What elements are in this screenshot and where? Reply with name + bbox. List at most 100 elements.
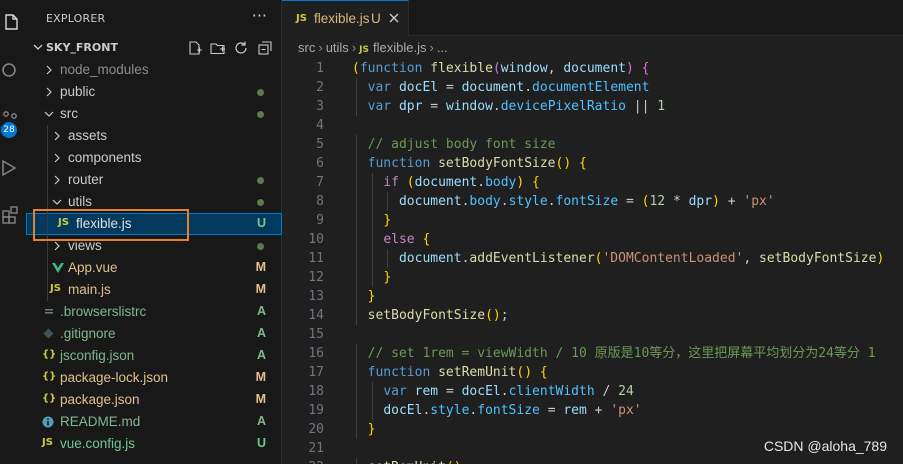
line-number: 16	[308, 346, 324, 361]
json-file-icon: {}	[42, 371, 57, 382]
git-status-dot	[257, 111, 264, 118]
project-folder-row[interactable]: SKY_FRONT	[26, 38, 282, 58]
tree-item-vue-config-js[interactable]: JS vue.config.js U	[26, 433, 282, 455]
line-number: 19	[308, 403, 324, 418]
chevron-down-icon	[52, 199, 62, 205]
code-line[interactable]: 8 document.body.style.fontSize = (12 * d…	[282, 192, 903, 211]
tree-item-browserslistrc[interactable]: .browserslistrc A	[26, 301, 282, 323]
config-file-icon	[45, 309, 53, 314]
search-icon[interactable]	[0, 60, 22, 82]
code-line[interactable]: 16 // set 1rem = viewWidth / 10 原版是10等分，…	[282, 344, 903, 363]
code-text: function setBodyFontSize() {	[367, 156, 587, 171]
vue-file-icon	[52, 263, 64, 273]
chevron-right-icon	[46, 87, 52, 97]
line-number: 1	[316, 61, 324, 76]
code-line[interactable]: 13 }	[282, 287, 903, 306]
breadcrumb-item[interactable]: src	[298, 40, 315, 55]
tree-item-readme-md[interactable]: README.md A	[26, 411, 282, 433]
extensions-icon[interactable]	[0, 204, 22, 226]
code-line[interactable]: 3 var dpr = window.devicePixelRatio || 1	[282, 97, 903, 116]
code-text: var rem = docEl.clientWidth / 24	[383, 384, 634, 399]
code-line[interactable]: 14 setBodyFontSize();	[282, 306, 903, 325]
tree-item-main-js[interactable]: JS main.js M	[26, 279, 282, 301]
tree-item-src[interactable]: src	[26, 103, 282, 125]
code-line[interactable]: 12 }	[282, 268, 903, 287]
tab-bar: JS flexible.js U	[282, 0, 903, 36]
tree-item-node-modules[interactable]: node_modules	[26, 59, 282, 81]
git-status-added: A	[256, 326, 266, 340]
code-text: document.body.style.fontSize = (12 * dpr…	[398, 194, 775, 209]
code-line[interactable]: 2 var docEl = document.documentElement	[282, 78, 903, 97]
git-status-untracked: U	[256, 436, 266, 450]
tab-label: flexible.js	[314, 11, 370, 26]
line-number: 12	[308, 270, 324, 285]
code-text: document.addEventListener('DOMContentLoa…	[398, 251, 885, 266]
line-number: 2	[316, 80, 324, 95]
collapse-all-icon[interactable]	[257, 40, 273, 56]
tree-item-label: vue.config.js	[60, 436, 136, 451]
new-folder-icon[interactable]	[210, 40, 226, 56]
tree-item-package-lock-json[interactable]: {} package-lock.json M	[26, 367, 282, 389]
tree-item-label: components	[68, 150, 142, 165]
tree-item-components[interactable]: components	[26, 147, 282, 169]
code-line[interactable]: 20 }	[282, 420, 903, 439]
explorer-title: EXPLORER	[46, 12, 106, 25]
breadcrumb-item[interactable]: flexible.js	[373, 40, 426, 55]
code-line[interactable]: 5 // adjust body font size	[282, 135, 903, 154]
code-text: if (document.body) {	[383, 175, 540, 190]
run-debug-icon[interactable]	[0, 157, 22, 179]
line-number: 7	[316, 175, 324, 190]
javascript-file-icon: JS	[42, 437, 53, 448]
line-number: 11	[308, 251, 324, 266]
chevron-right-icon	[54, 131, 60, 141]
code-text: }	[383, 270, 392, 285]
line-number: 8	[316, 194, 324, 209]
refresh-icon[interactable]	[233, 40, 249, 56]
tree-item-public[interactable]: public	[26, 81, 282, 103]
code-line[interactable]: 7 if (document.body) {	[282, 173, 903, 192]
code-line[interactable]: 18 var rem = docEl.clientWidth / 24	[282, 382, 903, 401]
code-line[interactable]: 4	[282, 116, 903, 135]
chevron-right-icon: ›	[429, 40, 434, 55]
tree-item-label: public	[60, 84, 96, 99]
line-number: 4	[316, 118, 324, 133]
breadcrumb: src › utils › JS flexible.js ›...	[298, 40, 448, 58]
code-line[interactable]: 19 docEl.style.fontSize = rem + 'px'	[282, 401, 903, 420]
breadcrumb-item[interactable]: utils	[326, 40, 349, 55]
code-line[interactable]: 6 function setBodyFontSize() {	[282, 154, 903, 173]
tree-item-label: README.md	[60, 414, 141, 429]
indent-guide	[47, 279, 48, 301]
tree-item-jsconfig-json[interactable]: {} jsconfig.json A	[26, 345, 282, 367]
code-line[interactable]: 17 function setRemUnit() {	[282, 363, 903, 382]
chevron-right-icon	[54, 153, 60, 163]
tree-item-router[interactable]: router	[26, 169, 282, 191]
annotation-highlight-box	[33, 209, 189, 241]
tab-flexible-js[interactable]: JS flexible.js U	[282, 0, 409, 36]
tree-item-label: App.vue	[68, 260, 118, 275]
code-text: }	[383, 213, 392, 228]
breadcrumb-item[interactable]: ...	[437, 40, 448, 55]
new-file-icon[interactable]	[187, 40, 203, 56]
close-icon[interactable]	[388, 12, 400, 24]
tree-item-package-json[interactable]: {} package.json M	[26, 389, 282, 411]
files-icon[interactable]	[0, 12, 22, 34]
tree-item-label: package-lock.json	[60, 370, 169, 385]
tree-item-label: router	[68, 172, 104, 187]
code-line[interactable]: 10 else {	[282, 230, 903, 249]
more-actions-button[interactable]: ···	[252, 6, 267, 25]
code-line[interactable]: 11 document.addEventListener('DOMContent…	[282, 249, 903, 268]
git-status-modified: M	[255, 282, 266, 296]
code-line[interactable]: 22 setRemUnit()	[282, 458, 903, 464]
tab-git-status: U	[371, 11, 381, 26]
code-line[interactable]: 9 }	[282, 211, 903, 230]
code-line[interactable]: 1 (function flexible(window, document) {	[282, 59, 903, 78]
git-status-dot	[257, 199, 264, 206]
watermark: CSDN @aloha_789	[763, 438, 887, 454]
chevron-right-icon: ›	[318, 40, 323, 55]
tree-item-assets[interactable]: assets	[26, 125, 282, 147]
tree-item-app-vue[interactable]: App.vue M	[26, 257, 282, 279]
tree-item-gitignore[interactable]: .gitignore A	[26, 323, 282, 345]
git-status-modified: M	[255, 370, 266, 384]
line-number: 22	[282, 458, 324, 464]
code-line[interactable]: 15	[282, 325, 903, 344]
